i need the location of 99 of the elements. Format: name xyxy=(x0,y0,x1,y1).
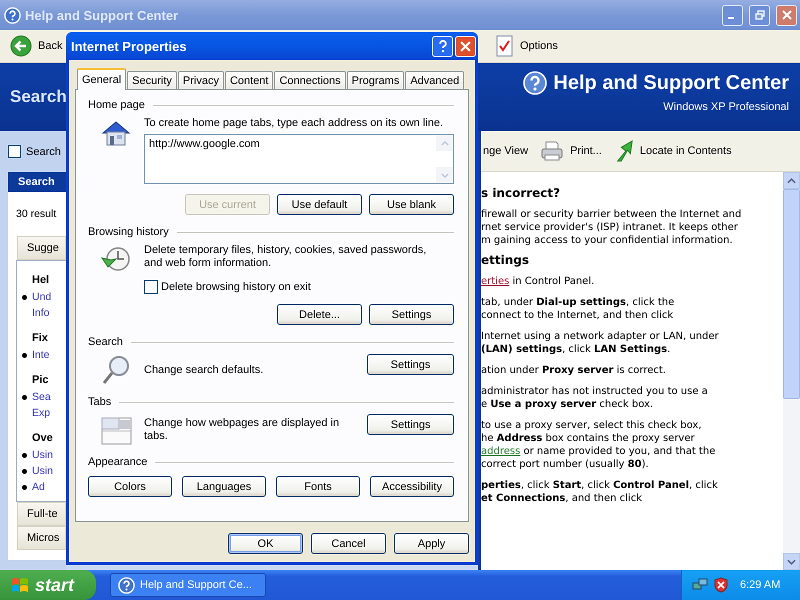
dialog-button[interactable]: Colors xyxy=(88,476,172,497)
search-checkbox[interactable] xyxy=(8,145,21,158)
restore-icon xyxy=(754,10,764,20)
dialog-button[interactable]: Languages xyxy=(182,476,266,497)
checkbox[interactable] xyxy=(144,280,158,294)
tab[interactable]: Security xyxy=(127,71,177,89)
section-header[interactable]: Micros xyxy=(17,526,66,550)
article-heading: s incorrect? xyxy=(481,187,562,200)
help-icon xyxy=(118,576,135,594)
group-label: Appearance xyxy=(88,456,148,468)
group-label: Browsing history xyxy=(88,226,169,238)
group-heading: Ove xyxy=(31,432,53,444)
close-icon xyxy=(782,10,792,20)
article-paragraph: tab, under Dial-up settings, click the connect to the Internet, and then click xyxy=(481,296,676,322)
instruction-text: To create home page tabs, type each address on its own line. xyxy=(144,117,444,130)
checkbox-label: Search xyxy=(26,146,61,158)
scroll-thumb[interactable] xyxy=(783,189,800,399)
app-title: Help and Support Center xyxy=(553,72,789,94)
minimize-button[interactable] xyxy=(722,4,743,26)
help-button[interactable] xyxy=(432,36,453,56)
text-link[interactable]: erties xyxy=(481,276,510,287)
article-paragraph: ation under Proxy server is correct. xyxy=(481,364,667,377)
bullet-icon xyxy=(22,468,27,474)
group-label: Search xyxy=(88,336,123,348)
help-icon xyxy=(4,6,21,24)
locate-button[interactable]: Locate in Contents xyxy=(612,137,734,165)
question-mark-icon xyxy=(438,40,448,52)
tab[interactable]: Programs xyxy=(346,71,404,89)
tab[interactable]: Privacy xyxy=(178,71,224,89)
settings-button[interactable]: Settings xyxy=(367,354,454,375)
article-paragraph: perties, click Start, click Control Panel, click et Connections, and then click xyxy=(481,479,719,505)
dialog-button[interactable]: Accessibility xyxy=(370,476,454,497)
help-icon xyxy=(523,71,548,95)
article-paragraph: erties in Control Panel. xyxy=(481,275,596,288)
dialog-button[interactable]: Use blank xyxy=(369,194,454,215)
dialog-title: Internet Properties xyxy=(71,38,187,54)
article-paragraph: administrator has not instructed you to use a e Use a proxy server check box. xyxy=(481,385,709,411)
result-link[interactable]: Usin xyxy=(32,449,54,461)
article-paragraph: firewall or security barrier between the Internet and rnet service provider's (ISP) intranet. It keeps other m gaining access to your confidential information. xyxy=(481,208,742,247)
scrollbar[interactable] xyxy=(783,172,800,570)
article-heading: ettings xyxy=(481,254,530,267)
instruction-text: Change search defaults. xyxy=(144,364,264,376)
dialog-button[interactable]: Use default xyxy=(277,194,362,215)
group-heading: Pic xyxy=(31,374,49,386)
shield-icon[interactable] xyxy=(713,577,729,593)
tab[interactable]: Content xyxy=(224,71,274,89)
minimize-icon xyxy=(728,17,734,19)
result-link[interactable]: Inte xyxy=(32,349,50,361)
group-heading: Hel xyxy=(31,274,50,286)
taskbar-button[interactable]: Help and Support Ce... xyxy=(110,573,266,597)
restore-button[interactable] xyxy=(749,4,770,26)
printer-icon xyxy=(540,140,564,162)
text-link[interactable]: address xyxy=(481,446,520,457)
result-link[interactable]: Usin xyxy=(32,465,54,477)
results-count: 30 result xyxy=(16,208,58,220)
results-title-bar: Search xyxy=(8,172,66,192)
options-button[interactable]: Options xyxy=(494,33,560,59)
clock: 6:29 AM xyxy=(740,579,780,591)
dialog-button[interactable]: Cancel xyxy=(311,533,386,554)
section-header[interactable]: Sugge xyxy=(17,236,66,260)
result-link[interactable]: Und xyxy=(32,291,52,303)
bullet-icon xyxy=(22,484,27,490)
article-paragraph: to use a proxy server, select this check box, he Address box contains the proxy server address or name provided to you, and that the correct port number (usually 80). xyxy=(481,419,716,471)
instruction-text: Change how webpages are displayed in tabs. xyxy=(144,417,340,443)
dialog-button[interactable]: Settings xyxy=(369,304,454,325)
change-view-button[interactable]: nge View xyxy=(481,143,530,159)
magnifier-icon xyxy=(100,354,132,386)
instruction-text: Delete temporary files, history, cookies, saved passwords, and web form information. xyxy=(144,244,428,270)
edition-label: Windows XP Professional xyxy=(663,101,789,113)
group-label: Home page xyxy=(88,99,145,111)
window-title: Help and Support Center xyxy=(25,8,178,22)
dialog-button[interactable]: Apply xyxy=(394,533,469,554)
dialog-button[interactable]: Delete... xyxy=(277,304,362,325)
dialog-button[interactable]: Fonts xyxy=(276,476,360,497)
close-button[interactable] xyxy=(776,4,797,26)
dialog-button[interactable]: OK xyxy=(228,533,303,554)
group-label: Tabs xyxy=(88,396,112,408)
checklist-icon xyxy=(496,35,514,57)
back-button[interactable]: Back xyxy=(8,33,64,59)
result-link[interactable]: Sea xyxy=(32,391,51,403)
windows-logo-icon xyxy=(10,575,30,595)
close-icon xyxy=(460,40,471,52)
group-heading: Fix xyxy=(31,332,48,344)
search-heading: Search xyxy=(10,87,67,107)
print-button[interactable]: Print... xyxy=(538,138,604,164)
settings-button[interactable]: Settings xyxy=(367,414,454,435)
tab[interactable]: General xyxy=(77,68,126,90)
bullet-icon xyxy=(22,294,27,300)
result-link[interactable]: Info xyxy=(32,307,50,319)
bullet-icon xyxy=(22,394,27,400)
section-header[interactable]: Full-te xyxy=(17,502,66,526)
tab[interactable]: Connections xyxy=(274,71,346,89)
tab[interactable]: Advanced xyxy=(405,71,464,89)
article-paragraph: Internet using a network adapter or LAN, under (LAN) settings, click LAN Settings. xyxy=(481,330,720,356)
bullet-icon xyxy=(22,452,27,458)
checkbox-label: Delete browsing history on exit xyxy=(161,281,311,293)
result-link[interactable]: Exp xyxy=(32,407,50,419)
result-link[interactable]: Ad xyxy=(32,481,45,493)
bullet-icon xyxy=(22,352,27,358)
